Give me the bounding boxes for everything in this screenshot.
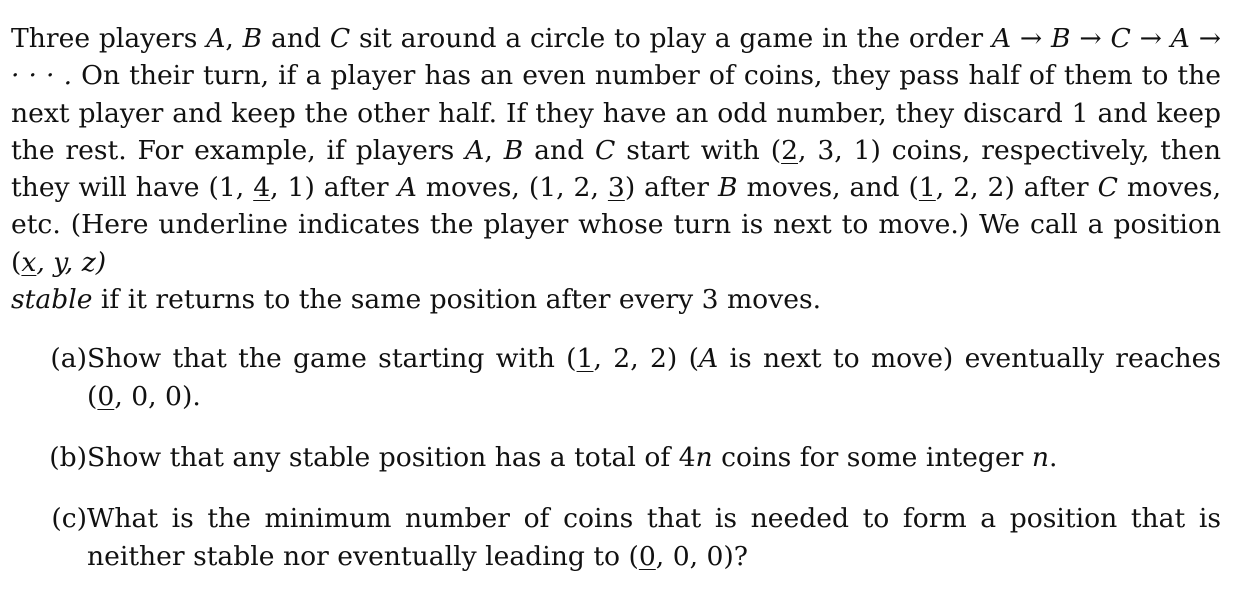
underlined-value: 3 [607, 172, 625, 204]
player-b: B [717, 172, 738, 204]
underlined-value: 0 [638, 540, 656, 572]
player-a: A [397, 172, 417, 204]
intro-text: after [314, 172, 398, 204]
problem-statement: Three players A, B and C sit around a ci… [11, 20, 1221, 318]
player-a: A [206, 23, 226, 54]
part-text: Show that any stable position has a tota… [87, 441, 1058, 473]
intro-text: and [262, 23, 330, 54]
part-text: What is the minimum number of coins that… [87, 503, 1221, 572]
player-b: B [503, 134, 524, 166]
underlined-value: 4 [253, 172, 271, 204]
intro-text: start with ( [615, 134, 782, 166]
player-a: A [465, 134, 485, 166]
intro-text: after [1014, 172, 1098, 204]
intro-text: sit around a circle to play a game in th… [350, 23, 992, 54]
question-parts: (a) Show that the game starting with (1,… [11, 340, 1221, 574]
intro-text: moves, and ( [737, 172, 919, 204]
intro-text: , 1) [270, 172, 315, 204]
variable-n: n [1031, 441, 1049, 473]
underlined-value: 1 [576, 343, 594, 375]
part-text: Show that the game starting with (1, 2, … [87, 343, 1222, 412]
intro-text: , [225, 23, 243, 54]
underlined-value: 2 [781, 134, 798, 166]
intro-text: , [484, 134, 504, 166]
intro-text: after [635, 172, 718, 204]
underlined-value: 0 [97, 380, 115, 412]
player-b: B [242, 23, 263, 54]
underlined-value: x [21, 246, 37, 278]
intro-text: ) [624, 172, 636, 204]
intro-text: , 3, 1) [798, 134, 881, 166]
intro-text: Three players [11, 23, 207, 54]
variable-n: n [695, 441, 713, 473]
part-b: (b) Show that any stable position has a … [11, 439, 1221, 476]
intro-text: , 2, 2) [935, 172, 1015, 204]
position-variables: , y, z) [36, 246, 107, 278]
intro-text: moves, (1, 2, [416, 172, 608, 204]
problem-document: Three players A, B and C sit around a ci… [11, 20, 1221, 599]
player-c: C [329, 23, 351, 54]
part-a: (a) Show that the game starting with (1,… [11, 340, 1221, 415]
part-label: (a) [50, 343, 87, 375]
stable-term: stable [11, 284, 93, 316]
part-c: (c) What is the minimum number of coins … [11, 500, 1221, 575]
player-a: A [699, 343, 719, 375]
part-label: (c) [51, 503, 87, 535]
player-c: C [1097, 172, 1118, 204]
underlined-value: 1 [918, 172, 936, 204]
part-label: (b) [49, 441, 87, 473]
intro-text: if it returns to the same position after… [92, 284, 822, 316]
intro-text: and [523, 134, 596, 166]
player-c: C [595, 134, 616, 166]
